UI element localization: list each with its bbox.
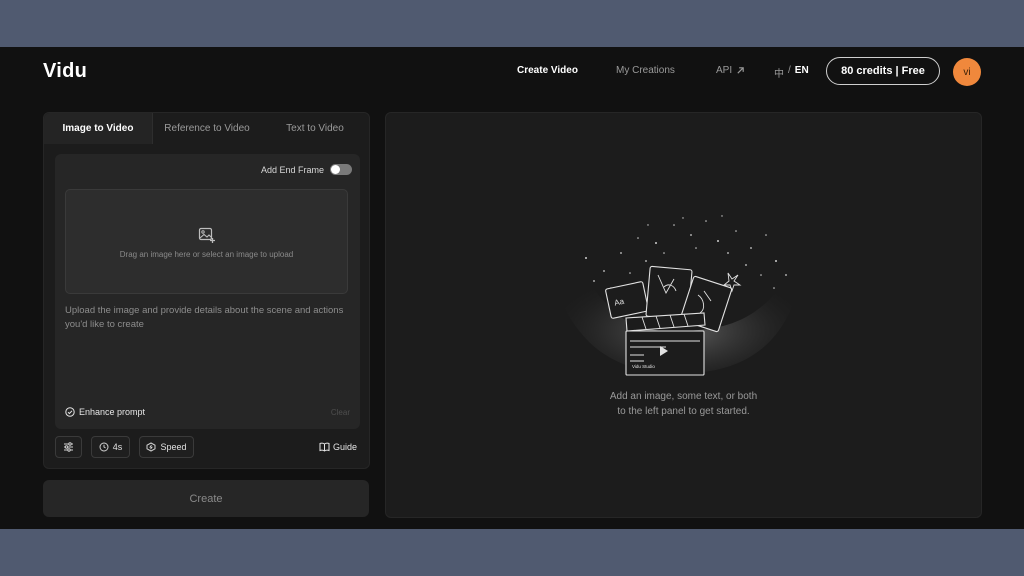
mode-tabs: Image to Video Reference to Video Text t…	[44, 113, 369, 144]
guide-button[interactable]: Guide	[319, 442, 357, 452]
dropzone-text: Drag an image here or select an image to…	[119, 250, 294, 259]
preview-panel: Aa Vidu Studio Add an image, some text, …	[385, 112, 982, 518]
book-icon	[319, 442, 330, 452]
image-plus-icon	[198, 226, 216, 244]
vidu-logo[interactable]: Vidu	[43, 60, 87, 83]
add-end-frame-toggle[interactable]	[330, 164, 352, 175]
prompt-textarea[interactable]: Upload the image and provide details abo…	[65, 304, 350, 332]
guide-label: Guide	[332, 442, 357, 452]
sliders-icon	[63, 442, 74, 452]
input-area: Add End Frame Drag an image here or sele…	[55, 154, 360, 429]
nav-api-label: API	[716, 65, 733, 76]
nav-create-video[interactable]: Create Video	[517, 65, 578, 76]
avatar[interactable]: vi	[953, 58, 981, 86]
speed-label: Speed	[160, 442, 187, 452]
credits-button[interactable]: 80 credits | Free	[826, 57, 940, 85]
add-end-frame-label: Add End Frame	[260, 164, 324, 175]
enhance-prompt-button[interactable]: Enhance prompt	[65, 407, 145, 417]
settings-button[interactable]	[55, 436, 82, 458]
tab-image-to-video[interactable]: Image to Video	[44, 113, 153, 144]
empty-state-illustration: Aa Vidu Studio	[546, 213, 806, 383]
enhance-prompt-label: Enhance prompt	[79, 407, 146, 417]
lang-zh[interactable]: 中	[774, 65, 784, 80]
speed-button[interactable]: Speed	[139, 436, 194, 458]
nav-my-creations[interactable]: My Creations	[616, 65, 675, 76]
tab-text-to-video[interactable]: Text to Video	[261, 113, 369, 144]
empty-state-line-2: to the left panel to get started.	[617, 406, 750, 417]
duration-label: 4s	[112, 442, 123, 452]
lang-en[interactable]: EN	[795, 65, 809, 80]
tab-reference-to-video[interactable]: Reference to Video	[153, 113, 261, 144]
language-switch[interactable]: 中 / EN	[774, 65, 809, 80]
clock-icon	[99, 442, 109, 452]
generation-panel: Image to Video Reference to Video Text t…	[43, 112, 370, 469]
add-end-frame: Add End Frame	[261, 164, 352, 175]
app-window: Vidu Create Video My Creations API 中 / E…	[0, 47, 1024, 529]
speed-icon	[146, 442, 156, 452]
empty-state-line-1: Add an image, some text, or both	[609, 391, 758, 402]
check-circle-icon	[65, 407, 75, 417]
clear-button[interactable]: Clear	[331, 408, 350, 417]
lang-separator: /	[788, 65, 791, 76]
nav-api[interactable]: API	[716, 65, 745, 76]
duration-button[interactable]: 4s	[91, 436, 130, 458]
create-button[interactable]: Create	[43, 480, 369, 517]
external-arrow-icon	[736, 66, 745, 75]
illustration-board-text: Vidu Studio	[632, 364, 655, 369]
image-dropzone[interactable]: Drag an image here or select an image to…	[65, 189, 348, 294]
